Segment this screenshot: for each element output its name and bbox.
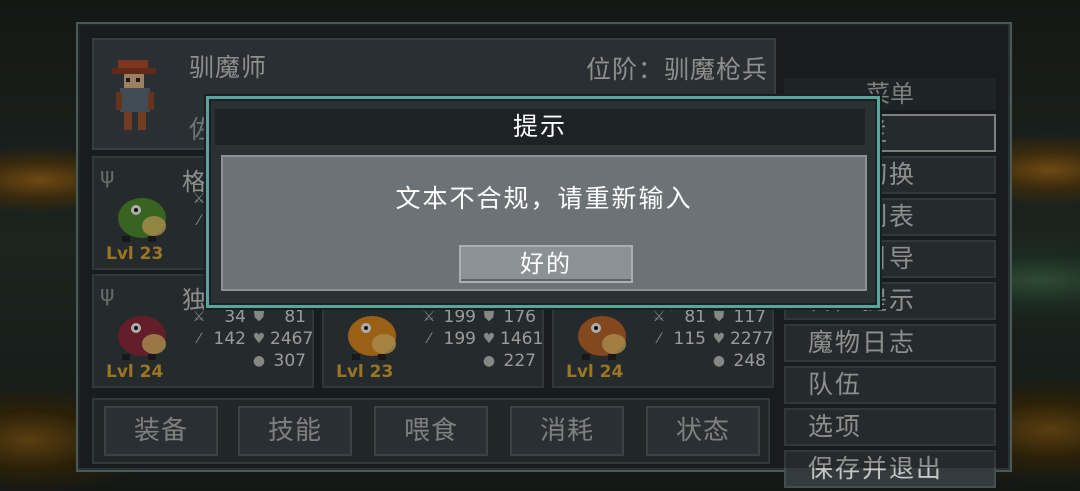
- dialog-body: 文本不合规，请重新输入 好的: [221, 155, 867, 291]
- alert-dialog: 提示 文本不合规，请重新输入 好的: [206, 96, 880, 308]
- dialog-title: 提示: [215, 109, 865, 145]
- dialog-message: 文本不合规，请重新输入: [395, 184, 693, 213]
- ok-button[interactable]: 好的: [459, 245, 633, 283]
